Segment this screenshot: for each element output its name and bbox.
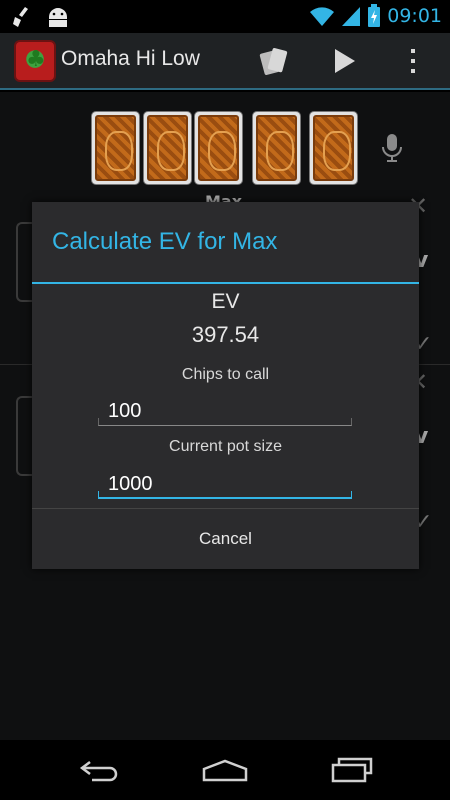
- android-icon: [49, 8, 67, 27]
- app-logo-icon[interactable]: ♣: [14, 40, 56, 82]
- microphone-icon[interactable]: [380, 132, 404, 164]
- cancel-button[interactable]: Cancel: [32, 509, 419, 569]
- navigation-bar: [0, 740, 450, 800]
- play-button[interactable]: [326, 43, 362, 79]
- home-icon: [202, 759, 248, 782]
- battery-charging-icon: [368, 4, 381, 27]
- overflow-menu-icon: [411, 49, 415, 73]
- cards-button[interactable]: [256, 43, 292, 79]
- ev-label: EV: [211, 290, 240, 313]
- overflow-menu-button[interactable]: [398, 43, 428, 79]
- action-bar: ♣ Omaha Hi Low: [0, 33, 450, 90]
- play-icon: [335, 49, 355, 73]
- wifi-icon: [310, 7, 335, 26]
- recent-apps-icon: [331, 757, 373, 783]
- recent-apps-button[interactable]: [322, 752, 382, 788]
- pot-size-field: [98, 469, 352, 499]
- chips-to-call-label: Chips to call: [181, 366, 270, 383]
- board-card[interactable]: [91, 111, 140, 185]
- chips-to-call-field: [98, 396, 352, 426]
- back-icon: [79, 761, 118, 782]
- calculate-ev-dialog: Calculate EV for Max EV 397.54 Chips to …: [32, 202, 419, 569]
- signal-icon: [342, 7, 361, 26]
- board-card[interactable]: [252, 111, 301, 185]
- cards-icon: [259, 48, 288, 75]
- status-bar: 09:01: [0, 0, 450, 33]
- dialog-title: Calculate EV for Max: [52, 228, 278, 255]
- board-card[interactable]: [194, 111, 243, 185]
- pot-size-label: Current pot size: [169, 438, 282, 455]
- board-card[interactable]: [309, 111, 358, 185]
- ev-value: 397.54: [191, 322, 260, 347]
- broom-icon: [13, 7, 28, 27]
- status-time: 09:01: [387, 5, 442, 27]
- board-card[interactable]: [143, 111, 192, 185]
- title-divider: [32, 282, 419, 284]
- home-button[interactable]: [195, 752, 255, 788]
- app-title: Omaha Hi Low: [61, 47, 200, 70]
- back-button[interactable]: [70, 752, 130, 788]
